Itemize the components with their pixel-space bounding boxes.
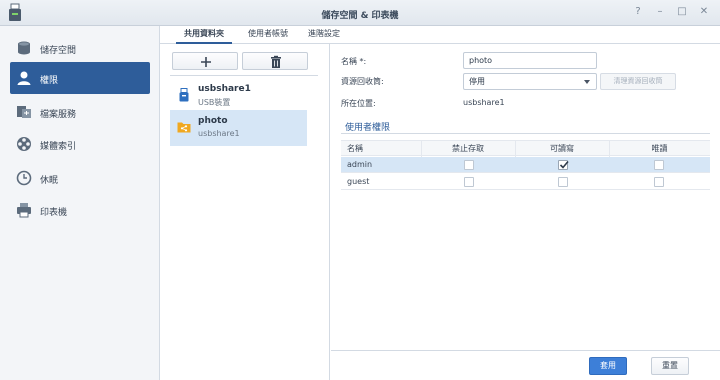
sidebar-item-storage[interactable]: 儲存空間 <box>10 32 150 64</box>
column-header-read-write[interactable]: 可讀寫 <box>515 141 609 157</box>
section-divider <box>341 133 710 134</box>
sidebar-item-label: 印表機 <box>40 208 68 218</box>
folder-name: usbshare1 <box>198 84 251 94</box>
sidebar-item-media-index[interactable]: 媒體索引 <box>10 128 150 160</box>
storage-icon <box>18 41 30 55</box>
read-only-checkbox[interactable] <box>654 160 664 170</box>
folder-subtitle: usbshare1 <box>198 129 240 138</box>
sidebar-item-permissions[interactable]: 權限 <box>10 62 150 94</box>
shared-folder-list: usbshare1 USB裝置 photo usbshare1 <box>160 44 330 380</box>
tab-shared-folders[interactable]: 共用資料夾 <box>176 28 232 44</box>
folder-item-usbshare1[interactable]: usbshare1 USB裝置 <box>170 78 307 114</box>
reset-button[interactable]: 重置 <box>651 357 689 375</box>
window-title: 儲存空間 & 印表機 <box>321 11 399 21</box>
sidebar: 儲存空間 權限 檔案服務 媒體索引 休眠 印表機 <box>0 26 160 380</box>
recycle-bin-label: 資源回收筒: <box>341 77 384 86</box>
trash-icon <box>271 55 281 68</box>
list-divider <box>170 75 318 76</box>
minimize-button[interactable]: – <box>654 6 666 18</box>
apply-button[interactable]: 套用 <box>589 357 627 375</box>
clear-recycle-bin-button[interactable]: 清理資源回收筒 <box>600 73 676 90</box>
add-folder-button[interactable] <box>172 52 238 70</box>
table-row[interactable]: guest <box>341 174 710 190</box>
sidebar-item-label: 休眠 <box>40 176 59 186</box>
sidebar-item-file-services[interactable]: 檔案服務 <box>10 96 150 128</box>
tab-bar: 共用資料夾 使用者帳號 進階設定 <box>160 26 720 44</box>
usb-icon <box>179 88 189 102</box>
folder-subtitle: USB裝置 <box>198 98 231 107</box>
location-value: usbshare1 <box>463 98 505 107</box>
tab-user-accounts[interactable]: 使用者帳號 <box>242 28 294 44</box>
folder-name: photo <box>198 116 228 126</box>
sidebar-item-label: 檔案服務 <box>40 110 77 120</box>
read-write-checkbox[interactable] <box>558 160 569 170</box>
sidebar-item-label: 儲存空間 <box>40 46 77 56</box>
folder-detail-panel: 名稱 *: photo 資源回收筒: 停用 清理資源回收筒 所在位置: usbs… <box>331 44 720 350</box>
sidebar-item-label: 權限 <box>40 76 59 86</box>
column-header-read-only[interactable]: 唯讀 <box>609 141 710 157</box>
recycle-bin-select[interactable]: 停用 <box>463 73 597 90</box>
sidebar-item-label: 媒體索引 <box>40 142 77 152</box>
name-label: 名稱 *: <box>341 57 367 66</box>
folder-item-photo[interactable]: photo usbshare1 <box>170 110 307 146</box>
help-button[interactable]: ? <box>632 6 644 18</box>
printer-icon <box>17 203 31 218</box>
chevron-down-icon <box>584 80 590 84</box>
column-header-deny[interactable]: 禁止存取 <box>421 141 515 157</box>
close-button[interactable]: ✕ <box>698 6 710 18</box>
shared-folder-icon <box>177 122 191 133</box>
name-input[interactable]: photo <box>463 52 597 69</box>
clock-icon <box>16 170 32 186</box>
deny-checkbox[interactable] <box>464 160 474 170</box>
table-header: 名稱 禁止存取 可讀寫 唯讀 <box>341 140 710 157</box>
maximize-button[interactable]: □ <box>676 6 688 18</box>
recycle-bin-value: 停用 <box>469 77 485 86</box>
read-only-checkbox[interactable] <box>654 177 664 187</box>
user-name: guest <box>347 177 370 186</box>
table-row[interactable]: admin <box>341 157 710 173</box>
media-reel-icon <box>17 137 31 151</box>
plus-icon <box>201 57 211 67</box>
column-header-name[interactable]: 名稱 <box>347 141 427 157</box>
read-write-checkbox[interactable] <box>558 177 568 187</box>
deny-checkbox[interactable] <box>464 177 474 187</box>
checkmark-icon <box>559 160 569 169</box>
file-service-icon <box>17 106 31 118</box>
title-bar: 儲存空間 & 印表機 ? – □ ✕ <box>0 0 720 26</box>
user-permissions-title: 使用者權限 <box>345 123 391 133</box>
delete-folder-button[interactable] <box>242 52 308 70</box>
location-label: 所在位置: <box>341 99 376 108</box>
sidebar-item-hibernation[interactable]: 休眠 <box>10 162 150 194</box>
footer-bar: 套用 重置 <box>331 350 720 380</box>
user-icon <box>17 71 31 85</box>
user-name: admin <box>347 160 373 169</box>
tab-advanced[interactable]: 進階設定 <box>302 28 346 44</box>
sidebar-item-printer[interactable]: 印表機 <box>10 194 150 226</box>
